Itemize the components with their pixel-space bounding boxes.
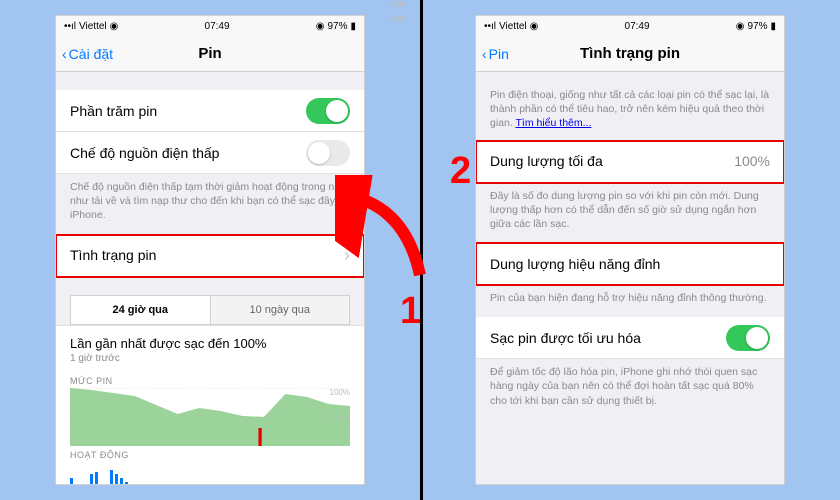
activity-chart: 60ph 30ph bbox=[56, 462, 364, 485]
battery-pct: 97% bbox=[327, 21, 347, 32]
optimized-charging-toggle[interactable] bbox=[726, 325, 770, 351]
row-label: Tình trạng pin bbox=[70, 247, 156, 263]
seg-10d[interactable]: 10 ngày qua bbox=[211, 296, 350, 324]
tick-50: 50% bbox=[334, 414, 350, 423]
battery-pct: 97% bbox=[747, 21, 767, 32]
nav-title: Tình trạng pin bbox=[476, 45, 784, 62]
last-charge-title: Lần gần nhất được sạc đến 100% bbox=[56, 325, 364, 353]
nav-bar: ‹Cài đặt Pin bbox=[56, 36, 364, 72]
clock: 07:49 bbox=[625, 21, 650, 32]
battery-health-row[interactable]: Tình trạng pin › bbox=[56, 235, 364, 277]
alarm-icon: ◉ bbox=[736, 21, 745, 32]
carrier-label: Viettel bbox=[499, 21, 527, 32]
status-bar: ••ılViettel◉ 07:49 ◉97%▮ bbox=[56, 16, 364, 36]
max-capacity-footer: Đây là số đo dung lượng pin so với khi p… bbox=[476, 183, 784, 244]
intro-text: Pin điện thoại, giống như tất cả các loạ… bbox=[476, 72, 784, 141]
alarm-icon: ◉ bbox=[316, 21, 325, 32]
max-capacity-value: 100% bbox=[734, 153, 770, 169]
carrier-label: Viettel bbox=[79, 21, 107, 32]
peak-performance-row[interactable]: Dung lượng hiệu năng đỉnh bbox=[476, 243, 784, 285]
back-label: Cài đặt bbox=[69, 46, 113, 62]
peak-performance-footer: Pin của bạn hiện đang hỗ trợ hiệu năng đ… bbox=[476, 285, 784, 317]
chevron-left-icon: ‹ bbox=[482, 46, 487, 62]
optimized-charging-row[interactable]: Sạc pin được tối ưu hóa bbox=[476, 317, 784, 359]
low-power-mode-row[interactable]: Chế độ nguồn điện thấp bbox=[56, 132, 364, 174]
back-button[interactable]: ‹Cài đặt bbox=[56, 46, 113, 62]
tick-100: 100% bbox=[330, 388, 350, 397]
wifi-icon: ◉ bbox=[530, 21, 539, 32]
optimized-charging-footer: Để giảm tốc độ lão hóa pin, iPhone ghi n… bbox=[476, 359, 784, 420]
step-arrow-icon bbox=[335, 175, 435, 295]
step-1-label: 1 bbox=[400, 290, 421, 333]
last-charge-sub: 1 giờ trước bbox=[56, 353, 364, 372]
signal-icon: ••ıl bbox=[484, 21, 496, 32]
phone-screen-2: ••ılViettel◉ 07:49 ◉97%▮ ‹Pin Tình trạng… bbox=[475, 15, 785, 485]
nav-bar: ‹Pin Tình trạng pin bbox=[476, 36, 784, 72]
battery-level-chart: 100% 50% bbox=[56, 388, 364, 446]
battery-icon: ▮ bbox=[770, 21, 776, 32]
activity-label: HOẠT ĐỘNG bbox=[56, 446, 364, 462]
low-power-footer: Chế độ nguồn điện thấp tạm thời giảm hoạ… bbox=[56, 174, 364, 235]
row-label: Sạc pin được tối ưu hóa bbox=[490, 330, 641, 346]
battery-percentage-row[interactable]: Phần trăm pin bbox=[56, 90, 364, 132]
battery-percentage-toggle[interactable] bbox=[306, 98, 350, 124]
battery-icon: ▮ bbox=[350, 21, 356, 32]
max-capacity-row[interactable]: Dung lượng tối đa 100% bbox=[476, 141, 784, 183]
back-label: Pin bbox=[489, 46, 509, 62]
row-label: Dung lượng tối đa bbox=[490, 153, 603, 169]
level-label: MỨC PIN bbox=[56, 372, 364, 388]
low-power-toggle[interactable] bbox=[306, 140, 350, 166]
row-label: Phần trăm pin bbox=[70, 103, 157, 119]
back-button[interactable]: ‹Pin bbox=[476, 46, 509, 62]
status-bar: ••ılViettel◉ 07:49 ◉97%▮ bbox=[476, 16, 784, 36]
chevron-left-icon: ‹ bbox=[62, 46, 67, 62]
phone-screen-1: ••ılViettel◉ 07:49 ◉97%▮ ‹Cài đặt Pin Ph… bbox=[55, 15, 365, 485]
seg-24h[interactable]: 24 giờ qua bbox=[71, 296, 211, 324]
step-2-label: 2 bbox=[450, 150, 471, 193]
clock: 07:49 bbox=[205, 21, 230, 32]
wifi-icon: ◉ bbox=[110, 21, 119, 32]
learn-more-link[interactable]: Tìm hiểu thêm... bbox=[516, 117, 592, 129]
row-label: Chế độ nguồn điện thấp bbox=[70, 145, 219, 161]
time-range-segment[interactable]: 24 giờ qua 10 ngày qua bbox=[70, 295, 350, 325]
signal-icon: ••ıl bbox=[64, 21, 76, 32]
row-label: Dung lượng hiệu năng đỉnh bbox=[490, 256, 660, 272]
